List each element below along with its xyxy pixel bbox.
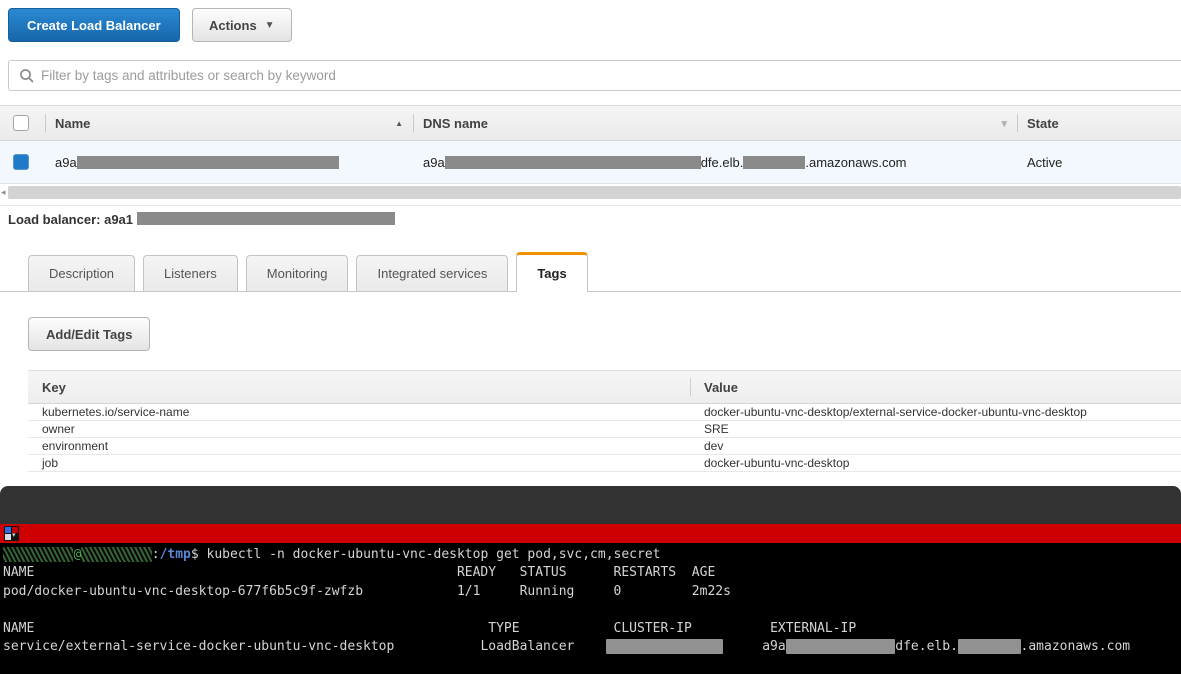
- select-all-cell: [0, 106, 45, 140]
- terminal-window[interactable]: ▾ @ :/tmp$ kubectl -n docker-ubuntu-vnc-…: [0, 486, 1181, 674]
- tab-integrated-services[interactable]: Integrated services: [356, 255, 508, 291]
- dns-name-cell: a9a dfe.elb. .amazonaws.com: [413, 141, 1017, 183]
- column-header-state[interactable]: State: [1017, 106, 1181, 140]
- column-header-name[interactable]: Name ▲: [45, 106, 413, 140]
- ec2-load-balancers-page: Create Load Balancer Actions ▼ Name ▲ DN…: [0, 0, 1181, 674]
- scroll-left-icon[interactable]: ◂: [1, 186, 6, 199]
- tag-value: SRE: [690, 421, 1181, 437]
- row-select-cell: [0, 141, 45, 183]
- tags-table: Key Value kubernetes.io/service-namedock…: [28, 370, 1181, 472]
- table-row: environmentdev: [28, 438, 1181, 455]
- detail-name-prefix: a9a1: [104, 212, 133, 227]
- terminal-titlebar: ▾: [0, 524, 1181, 543]
- column-header-dns-name[interactable]: DNS name ▾: [413, 106, 1017, 140]
- column-filter-icon[interactable]: ▾: [1001, 117, 1007, 130]
- tab-monitoring[interactable]: Monitoring: [246, 255, 349, 291]
- table-row[interactable]: a9a a9a dfe.elb. .amazonaws.com Active: [0, 141, 1181, 184]
- terminal-content: @ :/tmp$ kubectl -n docker-ubuntu-vnc-de…: [0, 543, 1181, 674]
- redacted-text: [137, 212, 395, 225]
- section-divider: [0, 205, 1181, 206]
- detail-label: Load balancer:: [8, 212, 100, 227]
- state-cell: Active: [1017, 141, 1181, 183]
- search-icon: [19, 68, 35, 84]
- add-edit-tags-button[interactable]: Add/Edit Tags: [28, 317, 150, 351]
- redacted-text: [743, 156, 805, 169]
- tag-value: docker-ubuntu-vnc-desktop/external-servi…: [690, 404, 1181, 420]
- tags-header-row: Key Value: [28, 370, 1181, 404]
- tag-key: owner: [28, 421, 690, 437]
- column-header-value: Value: [690, 371, 1181, 403]
- terminal-line: service/external-service-docker-ubuntu-v…: [3, 638, 1181, 656]
- horizontal-scrollbar[interactable]: ◂: [0, 186, 1181, 199]
- tab-tags[interactable]: Tags: [516, 252, 587, 292]
- redacted-text: [77, 156, 339, 169]
- detail-tabs: DescriptionListenersMonitoringIntegrated…: [0, 253, 1181, 292]
- create-load-balancer-button[interactable]: Create Load Balancer: [8, 8, 180, 42]
- tag-value: docker-ubuntu-vnc-desktop: [690, 455, 1181, 471]
- table-row: kubernetes.io/service-namedocker-ubuntu-…: [28, 404, 1181, 421]
- chevron-down-icon: ▾: [12, 531, 16, 539]
- scrollbar-thumb[interactable]: [8, 186, 1181, 199]
- table-row: ownerSRE: [28, 421, 1181, 438]
- terminal-line: NAME TYPE CLUSTER-IP EXTERNAL-IP: [3, 620, 1181, 638]
- chevron-down-icon: ▼: [265, 20, 275, 31]
- load-balancer-table: Name ▲ DNS name ▾ State a9a a9a dfe.e: [0, 105, 1181, 184]
- sort-ascending-icon: ▲: [395, 119, 403, 128]
- name-cell: a9a: [45, 141, 413, 183]
- state-value: Active: [1027, 155, 1062, 170]
- actions-label: Actions: [209, 18, 257, 33]
- terminal-line: NAME READY STATUS RESTARTS AGE: [3, 564, 1181, 582]
- terminal-line: pod/docker-ubuntu-vnc-desktop-677f6b5c9f…: [3, 583, 1181, 601]
- tags-body: kubernetes.io/service-namedocker-ubuntu-…: [28, 404, 1181, 472]
- redacted-text: [445, 156, 701, 169]
- row-checkbox[interactable]: [13, 154, 29, 170]
- select-all-checkbox[interactable]: [13, 115, 29, 131]
- detail-header: Load balancer: a9a1: [8, 212, 395, 227]
- tab-listeners[interactable]: Listeners: [143, 255, 238, 291]
- actions-button[interactable]: Actions ▼: [192, 8, 292, 42]
- table-header-row: Name ▲ DNS name ▾ State: [0, 105, 1181, 141]
- terminal-menu-icon[interactable]: ▾: [4, 526, 19, 541]
- tag-key: environment: [28, 438, 690, 454]
- tab-description[interactable]: Description: [28, 255, 135, 291]
- tag-value: dev: [690, 438, 1181, 454]
- terminal-line: @ :/tmp$ kubectl -n docker-ubuntu-vnc-de…: [3, 546, 1181, 564]
- create-load-balancer-label: Create Load Balancer: [27, 18, 161, 33]
- table-row: jobdocker-ubuntu-vnc-desktop: [28, 455, 1181, 472]
- tag-key: job: [28, 455, 690, 471]
- terminal-line: [3, 601, 1181, 619]
- tag-key: kubernetes.io/service-name: [28, 404, 690, 420]
- filter-bar: [8, 60, 1181, 91]
- column-header-key: Key: [28, 371, 690, 403]
- filter-input[interactable]: [41, 62, 1141, 89]
